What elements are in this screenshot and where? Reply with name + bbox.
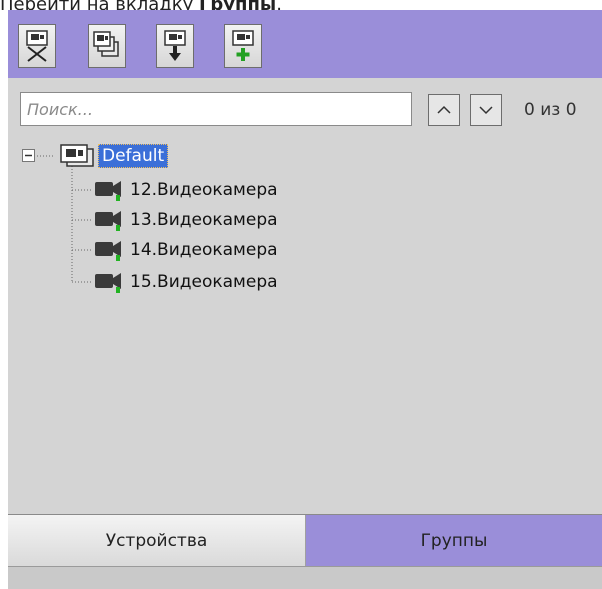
tree-root-row[interactable]: Default xyxy=(22,142,169,170)
copy-group-button[interactable] xyxy=(88,24,126,68)
group-icon xyxy=(60,144,94,167)
group-tree: Default 12.Видеокамера 13.Видеокамера 14… xyxy=(8,140,602,510)
search-next-button[interactable] xyxy=(470,94,502,126)
tree-item-3[interactable]: 14.Видеокамера xyxy=(94,236,278,264)
camera-label: 14.Видеокамера xyxy=(130,240,278,260)
search-input[interactable] xyxy=(20,92,412,126)
remove-camera-button[interactable] xyxy=(18,24,56,68)
chevron-down-icon xyxy=(479,106,493,115)
search-row: 0 из 0 xyxy=(8,90,602,130)
groups-panel: 0 из 0 Default xyxy=(8,10,602,589)
search-prev-button[interactable] xyxy=(428,94,460,126)
move-camera-button[interactable] xyxy=(156,24,194,68)
move-camera-icon xyxy=(164,30,186,61)
camera-label: 13.Видеокамера xyxy=(130,210,278,230)
status-strip xyxy=(8,566,602,589)
tab-devices[interactable]: Устройства xyxy=(8,515,306,567)
remove-camera-icon xyxy=(26,30,48,62)
chevron-up-icon xyxy=(437,105,451,114)
tab-groups[interactable]: Группы xyxy=(306,515,602,567)
group-label[interactable]: Default xyxy=(98,144,169,168)
camera-label: 12.Видеокамера xyxy=(130,180,278,200)
tree-item-1[interactable]: 12.Видеокамера xyxy=(94,176,278,204)
camera-icon xyxy=(95,241,121,261)
instruction-bold: Группы xyxy=(199,0,276,10)
camera-icon xyxy=(95,211,121,231)
add-camera-button[interactable] xyxy=(224,24,262,68)
collapse-icon[interactable] xyxy=(22,149,36,163)
camera-icon xyxy=(95,181,121,201)
camera-icon xyxy=(95,273,121,293)
tab-bar: Устройства Группы xyxy=(8,514,602,567)
copy-group-icon xyxy=(93,31,119,57)
instruction-prefix: Перейти на вкладку xyxy=(0,0,199,10)
instruction-suffix: . xyxy=(276,0,282,10)
tree-item-2[interactable]: 13.Видеокамера xyxy=(94,206,278,234)
instruction-text: Перейти на вкладку Группы. xyxy=(0,0,602,10)
search-counter: 0 из 0 xyxy=(524,100,577,120)
camera-label: 15.Видеокамера xyxy=(130,272,278,292)
add-camera-icon xyxy=(232,30,254,61)
tree-item-4[interactable]: 15.Видеокамера xyxy=(94,268,278,296)
toolbar xyxy=(8,10,602,78)
